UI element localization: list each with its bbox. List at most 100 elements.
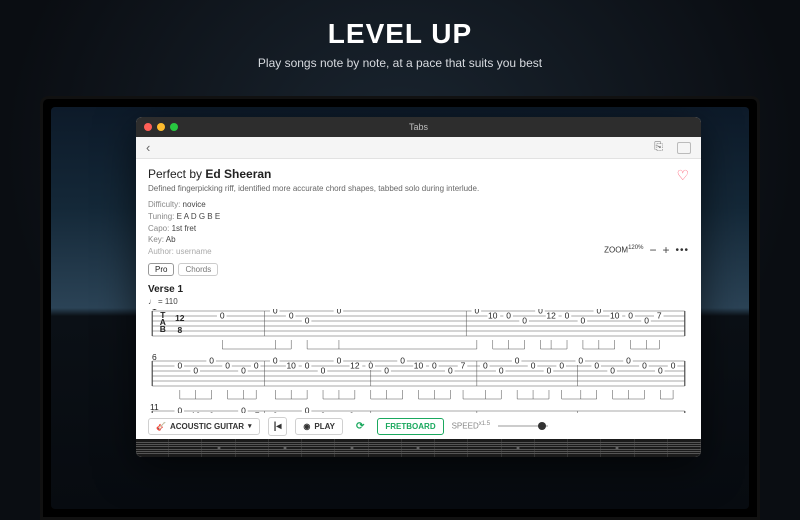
meta-capo: Capo: 1st fret — [148, 223, 689, 235]
svg-text:7: 7 — [657, 312, 662, 321]
svg-text:0: 0 — [289, 312, 294, 321]
svg-text:0: 0 — [565, 312, 570, 321]
desktop-wallpaper: Tabs ‹ ⎘ ♡ Perfect by Ed Sheeran Defined… — [51, 107, 749, 509]
zoom-value: 120% — [628, 245, 643, 251]
zoom-label: ZOOM — [604, 246, 628, 255]
tab-pro[interactable]: Pro — [148, 263, 174, 276]
tempo: ♩ = 110 — [148, 297, 689, 306]
hero-subtitle: Play songs note by note, at a pace that … — [0, 56, 800, 70]
svg-text:0: 0 — [474, 309, 479, 315]
notation-tabs: Pro Chords — [148, 263, 689, 276]
svg-text:0: 0 — [273, 309, 278, 315]
svg-text:0: 0 — [547, 367, 552, 376]
speed-label: SPEEDx1.5 — [452, 421, 490, 431]
screen-icon[interactable] — [677, 142, 691, 154]
svg-text:0: 0 — [273, 357, 278, 366]
guitar-icon: 🎸 — [156, 422, 166, 431]
svg-text:0: 0 — [305, 362, 310, 371]
svg-text:6: 6 — [152, 354, 157, 363]
svg-text:0: 0 — [596, 309, 601, 315]
zoom-out-button[interactable]: − — [649, 243, 656, 257]
svg-text:12: 12 — [546, 312, 556, 321]
svg-text:10: 10 — [488, 312, 498, 321]
section-name: Verse 1 — [148, 284, 689, 295]
svg-text:0: 0 — [522, 317, 527, 326]
meta-difficulty: Difficulty: novice — [148, 199, 689, 211]
svg-text:0: 0 — [321, 367, 326, 376]
svg-text:0: 0 — [506, 312, 511, 321]
svg-text:11: 11 — [150, 404, 159, 413]
hero-title: LEVEL UP — [0, 0, 800, 50]
play-label: PLAY — [314, 422, 335, 431]
svg-text:0: 0 — [432, 362, 437, 371]
fretboard-button[interactable]: FRETBOARD — [377, 418, 443, 435]
meta-tuning: Tuning: E A D G B E — [148, 211, 689, 223]
svg-text:0: 0 — [305, 317, 310, 326]
playback-controls: 🎸 ACOUSTIC GUITAR ▾ |◂ ◉ PLAY ⟳ FRETBOAR… — [136, 413, 701, 439]
rewind-button[interactable]: |◂ — [268, 417, 288, 436]
zoom-in-button[interactable]: + — [662, 243, 669, 257]
chevron-down-icon: ▾ — [248, 422, 252, 430]
toolbar: ‹ ⎘ — [136, 137, 701, 159]
tempo-value: = 110 — [158, 297, 178, 306]
svg-text:0: 0 — [241, 367, 246, 376]
svg-text:0: 0 — [594, 362, 599, 371]
play-icon: ◉ — [303, 422, 310, 431]
svg-text:10: 10 — [610, 312, 620, 321]
svg-text:0: 0 — [448, 367, 453, 376]
svg-text:0: 0 — [337, 309, 342, 315]
fretboard-view[interactable] — [136, 439, 701, 457]
app-window: Tabs ‹ ⎘ ♡ Perfect by Ed Sheeran Defined… — [136, 117, 701, 457]
svg-text:8: 8 — [177, 327, 182, 336]
svg-text:12: 12 — [350, 362, 360, 371]
library-icon[interactable]: ⎘ — [654, 141, 663, 154]
svg-text:0: 0 — [628, 312, 633, 321]
song-artist: Ed Sheeran — [205, 167, 271, 181]
song-title: Perfect by Ed Sheeran — [148, 167, 689, 181]
window-titlebar[interactable]: Tabs — [136, 117, 701, 137]
svg-text:0: 0 — [658, 367, 663, 376]
svg-text:0: 0 — [400, 357, 405, 366]
svg-text:0: 0 — [671, 362, 676, 371]
svg-text:0: 0 — [254, 362, 259, 371]
play-button[interactable]: ◉ PLAY — [295, 418, 343, 435]
svg-text:0: 0 — [610, 367, 615, 376]
monitor-frame: Tabs ‹ ⎘ ♡ Perfect by Ed Sheeran Defined… — [40, 96, 760, 520]
tab-chords[interactable]: Chords — [178, 263, 218, 276]
favorite-button[interactable]: ♡ — [676, 167, 689, 184]
zoom-controls: ZOOM120% − + ••• — [604, 243, 689, 257]
svg-text:0: 0 — [337, 357, 342, 366]
svg-text:0: 0 — [225, 362, 230, 371]
loop-button[interactable]: ⟳ — [351, 418, 369, 435]
instrument-selector[interactable]: 🎸 ACOUSTIC GUITAR ▾ — [148, 418, 260, 435]
svg-text:0: 0 — [209, 357, 214, 366]
svg-text:0: 0 — [581, 317, 586, 326]
svg-text:0: 0 — [384, 367, 389, 376]
svg-text:10: 10 — [286, 362, 296, 371]
svg-text:0: 0 — [644, 317, 649, 326]
note-icon: ♩ — [148, 297, 156, 306]
instrument-label: ACOUSTIC GUITAR — [170, 422, 244, 431]
svg-text:0: 0 — [531, 362, 536, 371]
svg-text:0: 0 — [368, 362, 373, 371]
speed-slider[interactable] — [498, 425, 548, 427]
svg-text:0: 0 — [642, 362, 647, 371]
back-button[interactable]: ‹ — [146, 140, 150, 155]
svg-text:0: 0 — [538, 309, 543, 315]
svg-text:0: 0 — [177, 362, 182, 371]
svg-text:0: 0 — [193, 367, 198, 376]
svg-text:0: 0 — [483, 362, 488, 371]
svg-text:7: 7 — [461, 362, 466, 371]
svg-text:B: B — [160, 326, 166, 335]
svg-text:0: 0 — [626, 357, 631, 366]
svg-text:0: 0 — [578, 357, 583, 366]
svg-text:0: 0 — [515, 357, 520, 366]
more-button[interactable]: ••• — [675, 245, 689, 256]
svg-text:12: 12 — [175, 315, 185, 324]
svg-text:0: 0 — [499, 367, 504, 376]
svg-text:10: 10 — [414, 362, 424, 371]
song-description: Defined fingerpicking riff, identified m… — [148, 184, 689, 194]
svg-text:0: 0 — [220, 312, 225, 321]
svg-text:0: 0 — [559, 362, 564, 371]
window-title: Tabs — [136, 122, 701, 132]
